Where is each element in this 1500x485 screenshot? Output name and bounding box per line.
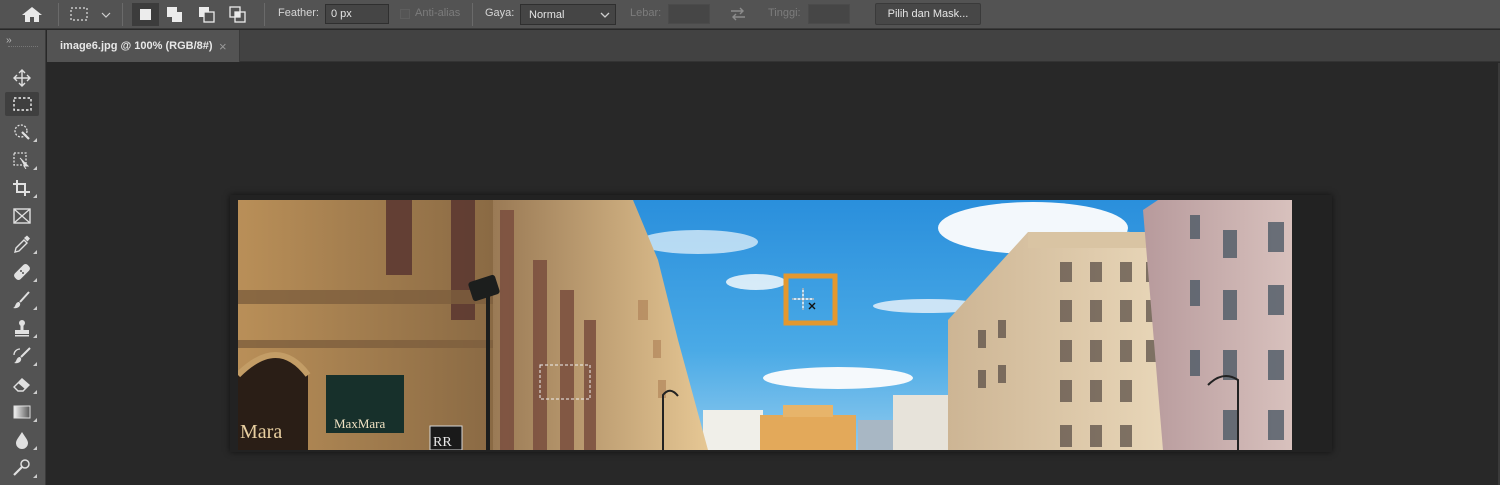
options-bar: Feather: 0 px Anti-alias Gaya: Normal Le… xyxy=(0,0,1500,29)
style-value: Normal xyxy=(529,9,565,21)
maxmara-sign-text: MaxMara xyxy=(334,416,385,431)
crop-tool[interactable] xyxy=(5,176,39,200)
bandage-icon xyxy=(14,264,30,280)
blur-tool[interactable] xyxy=(5,428,39,452)
clone-stamp-tool[interactable] xyxy=(5,316,39,340)
divider xyxy=(472,3,473,26)
document-canvas[interactable]: Mara MaxMara RR xyxy=(238,200,1292,450)
subtract-selection-icon xyxy=(199,7,215,23)
divider xyxy=(264,3,265,26)
quick-selection-icon xyxy=(14,124,30,140)
subtract-from-selection-button[interactable] xyxy=(193,3,220,26)
new-selection-button[interactable] xyxy=(132,3,159,26)
divider xyxy=(58,3,59,26)
dodge-tool[interactable] xyxy=(5,456,39,480)
add-to-selection-button[interactable] xyxy=(161,3,188,26)
width-input[interactable] xyxy=(668,4,710,24)
tools-panel: ›› xyxy=(0,30,46,485)
gradient-icon xyxy=(13,405,31,419)
panel-drag-handle[interactable] xyxy=(8,46,38,48)
move-icon xyxy=(13,69,31,87)
add-selection-icon xyxy=(167,7,182,22)
frame-icon xyxy=(13,208,31,224)
collapse-grip-icon[interactable]: ›› xyxy=(6,35,12,46)
feather-label: Feather: xyxy=(278,7,319,19)
document-tab[interactable]: image6.jpg @ 100% (RGB/8#) × xyxy=(47,30,240,62)
intersect-selection-button[interactable] xyxy=(224,3,251,26)
brush-icon xyxy=(13,291,30,309)
eyedropper-icon xyxy=(14,235,30,253)
history-brush-icon xyxy=(13,347,31,364)
document-tab-title: image6.jpg @ 100% (RGB/8#) xyxy=(60,40,213,52)
home-icon[interactable] xyxy=(18,4,46,24)
width-label: Lebar: xyxy=(630,7,662,19)
antialias-checkbox[interactable] xyxy=(400,9,410,19)
marquee-icon xyxy=(13,97,32,111)
rectangular-marquee-tool[interactable] xyxy=(5,92,39,116)
history-brush-tool[interactable] xyxy=(5,344,39,368)
rr-sign-text: RR xyxy=(433,435,452,450)
dodge-icon xyxy=(13,459,30,476)
document-tab-bar: image6.jpg @ 100% (RGB/8#) × xyxy=(47,30,1500,62)
object-selection-icon xyxy=(13,152,30,169)
tool-preset-picker[interactable] xyxy=(67,4,115,25)
style-select[interactable]: Normal xyxy=(520,4,616,25)
mara-sign-text: Mara xyxy=(240,421,282,443)
antialias-label: Anti-alias xyxy=(415,7,461,19)
close-icon[interactable]: × xyxy=(219,39,227,54)
height-label: Tinggi: xyxy=(768,7,801,19)
height-input[interactable] xyxy=(808,4,850,24)
feather-input[interactable]: 0 px xyxy=(325,4,389,24)
street-photo-image: Mara MaxMara RR xyxy=(238,200,1292,450)
water-drop-icon xyxy=(16,432,28,449)
eraser-icon xyxy=(13,378,31,392)
object-selection-tool[interactable] xyxy=(5,148,39,172)
divider xyxy=(122,3,123,26)
style-label: Gaya: xyxy=(485,7,515,19)
canvas-workspace[interactable]: Mara MaxMara RR xyxy=(47,63,1500,485)
crop-icon xyxy=(13,180,30,196)
gradient-tool[interactable] xyxy=(5,400,39,424)
stamp-icon xyxy=(15,320,29,337)
healing-brush-tool[interactable] xyxy=(5,260,39,284)
brush-tool[interactable] xyxy=(5,288,39,312)
new-selection-icon xyxy=(140,9,151,20)
marquee-preset-icon xyxy=(70,7,111,21)
chevron-down-icon xyxy=(600,12,610,18)
quick-selection-tool[interactable] xyxy=(5,120,39,144)
frame-tool[interactable] xyxy=(5,204,39,228)
move-tool[interactable] xyxy=(5,66,39,90)
eraser-tool[interactable] xyxy=(5,372,39,396)
swap-icon[interactable] xyxy=(728,6,748,22)
select-and-mask-button[interactable]: Pilih dan Mask... xyxy=(875,3,981,25)
eyedropper-tool[interactable] xyxy=(5,232,39,256)
intersect-selection-icon xyxy=(229,6,246,23)
